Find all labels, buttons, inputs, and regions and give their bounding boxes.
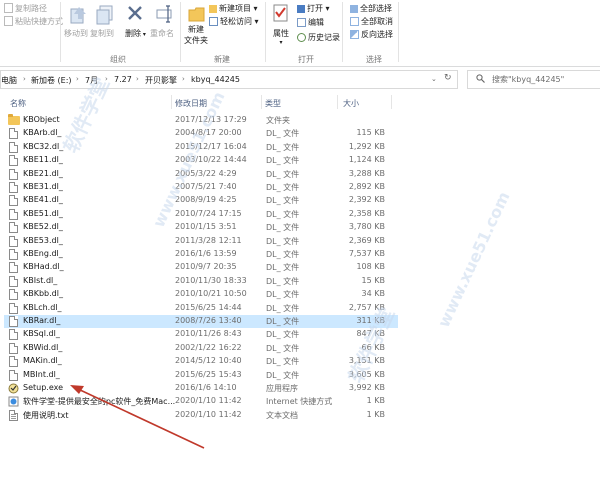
annotation-arrow (70, 385, 205, 449)
